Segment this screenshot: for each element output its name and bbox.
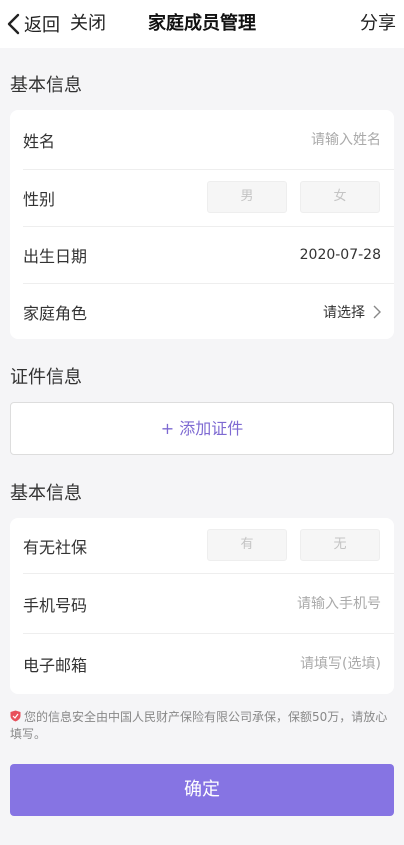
basic-info-card: 姓名 性别 男 女 出生日期 2020-07-28 家庭角色 请选择 xyxy=(10,110,394,339)
role-value: 请选择 xyxy=(323,304,365,321)
page-title: 家庭成员管理 xyxy=(148,13,256,34)
phone-input[interactable] xyxy=(181,595,381,612)
role-row[interactable]: 家庭角色 请选择 xyxy=(10,284,394,339)
name-input[interactable] xyxy=(181,131,381,148)
email-row: 电子邮箱 xyxy=(10,634,394,694)
birth-row[interactable]: 出生日期 2020-07-28 xyxy=(10,227,394,283)
role-label: 家庭角色 xyxy=(23,303,88,323)
birth-value[interactable]: 2020-07-28 xyxy=(300,247,381,263)
section-title-cert: 证件信息 xyxy=(10,367,82,388)
confirm-button[interactable]: 确定 xyxy=(10,764,394,816)
social-label: 有无社保 xyxy=(23,537,88,557)
gender-label: 性别 xyxy=(23,190,56,209)
security-notice-text: 您的信息安全由中国人民财产保险有限公司承保，保额50万，请放心填写。 xyxy=(10,710,388,741)
nav-bar: 返回 关闭 家庭成员管理 分享 xyxy=(0,0,404,48)
email-input[interactable] xyxy=(181,656,381,672)
gender-male-button[interactable]: 男 xyxy=(207,181,287,213)
gender-female-button[interactable]: 女 xyxy=(300,181,380,213)
shield-icon xyxy=(10,710,21,722)
birth-label: 出生日期 xyxy=(23,247,88,266)
section-title-basic: 基本信息 xyxy=(10,75,82,96)
add-certificate-button[interactable]: + 添加证件 xyxy=(10,402,394,455)
social-yes-button[interactable]: 有 xyxy=(207,529,287,561)
social-row: 有无社保 有 无 xyxy=(10,518,394,573)
name-label: 姓名 xyxy=(23,131,56,151)
phone-label: 手机号码 xyxy=(23,595,88,615)
security-notice: 您的信息安全由中国人民财产保险有限公司承保，保额50万，请放心填写。 xyxy=(10,709,394,743)
share-button[interactable]: 分享 xyxy=(360,11,396,37)
role-select[interactable]: 请选择 xyxy=(323,302,381,322)
gender-row: 性别 男 女 xyxy=(10,170,394,226)
section-title-extra: 基本信息 xyxy=(10,483,82,504)
phone-row: 手机号码 xyxy=(10,574,394,633)
name-row: 姓名 xyxy=(10,110,394,169)
social-no-button[interactable]: 无 xyxy=(300,529,380,561)
email-label: 电子邮箱 xyxy=(23,656,88,675)
extra-info-card: 有无社保 有 无 手机号码 电子邮箱 xyxy=(10,518,394,694)
chevron-right-icon xyxy=(373,305,381,318)
